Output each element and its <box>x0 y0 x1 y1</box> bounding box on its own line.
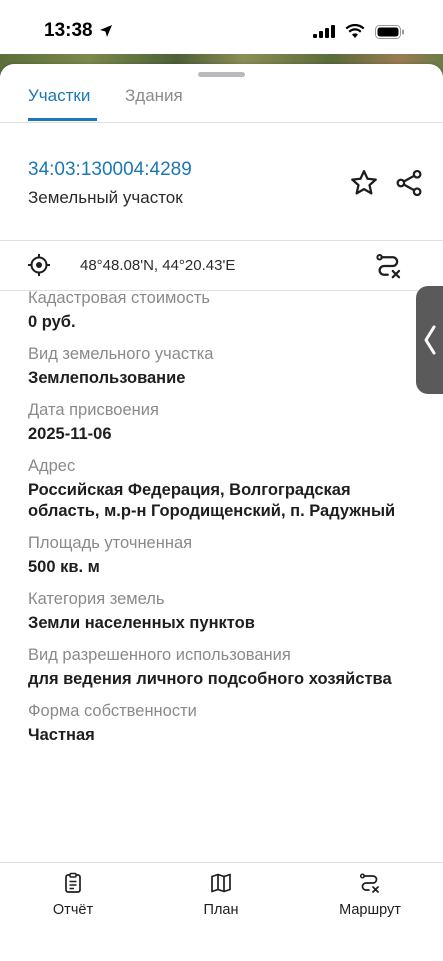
field-area: Площадь уточненная 500 кв. м <box>28 533 408 578</box>
tab-parcels[interactable]: Участки <box>28 86 90 106</box>
field-label: Кадастровая стоимость <box>28 289 210 307</box>
field-cadastral-value: Кадастровая стоимость 0 руб. <box>28 288 408 333</box>
field-label: Адрес <box>28 457 76 475</box>
map-icon <box>211 873 231 893</box>
bottom-nav: Отчёт План Маршрут <box>0 862 443 961</box>
route-icon <box>376 254 401 279</box>
favorite-button[interactable] <box>348 167 380 199</box>
cadastral-number[interactable]: 34:03:130004:4289 <box>28 159 192 181</box>
parcel-sheet: Участки Здания 34:03:130004:4289 Земельн… <box>0 64 443 862</box>
parcel-type: Земельный участок <box>28 188 183 207</box>
field-value: Частная <box>28 726 95 744</box>
nav-report-label: Отчёт <box>52 902 94 918</box>
field-value: Землепользование <box>28 369 186 387</box>
route-icon <box>359 873 379 893</box>
field-value: Российская Федерация, Волгоградская обла… <box>28 481 396 520</box>
nav-route-label: Маршрут <box>339 902 401 918</box>
field-value: для ведения личного подсобного хозяйства <box>28 670 392 688</box>
nav-plan-label: План <box>203 902 239 918</box>
battery-icon <box>375 24 404 39</box>
field-address: Адрес Российская Федерация, Волгоградска… <box>28 456 408 522</box>
wifi-icon <box>345 24 365 38</box>
field-value: Земли населенных пунктов <box>28 614 255 632</box>
chevron-left-icon <box>424 325 435 355</box>
field-value: 0 руб. <box>28 313 76 331</box>
side-panel-toggle[interactable] <box>416 286 443 394</box>
signal-icon <box>313 25 335 38</box>
parcel-details: Кадастровая стоимость 0 руб. Вид земельн… <box>28 288 408 757</box>
share-button[interactable] <box>393 167 425 199</box>
field-value: 2025-11-06 <box>28 425 112 443</box>
status-bar: 13:38 <box>0 0 443 54</box>
field-value: 500 кв. м <box>28 558 100 576</box>
nav-plan[interactable]: План <box>188 871 254 918</box>
field-label: Вид разрешенного использования <box>28 646 291 664</box>
tab-bar: Участки Здания <box>0 64 443 123</box>
tab-buildings[interactable]: Здания <box>125 86 183 106</box>
crosshair-icon <box>28 254 50 276</box>
nav-route[interactable]: Маршрут <box>330 871 410 918</box>
field-parcel-kind: Вид земельного участка Землепользование <box>28 344 408 389</box>
status-time: 13:38 <box>44 20 113 42</box>
parcel-header: 34:03:130004:4289 Земельный участок <box>0 122 443 241</box>
coordinates-text[interactable]: 48°48.08'N, 44°20.43'E <box>80 257 235 274</box>
coordinates-row: 48°48.08'N, 44°20.43'E <box>0 240 443 291</box>
route-button[interactable] <box>373 250 405 282</box>
location-arrow-icon <box>99 25 112 37</box>
field-land-category: Категория земель Земли населенных пункто… <box>28 589 408 634</box>
field-label: Площадь уточненная <box>28 534 193 552</box>
field-label: Дата присвоения <box>28 401 159 419</box>
field-permitted-use: Вид разрешенного использования для веден… <box>28 645 408 690</box>
tab-active-indicator <box>28 118 97 121</box>
field-assignment-date: Дата присвоения 2025-11-06 <box>28 400 408 445</box>
share-icon <box>396 169 422 197</box>
nav-report[interactable]: Отчёт <box>40 871 106 918</box>
status-time-text: 13:38 <box>44 20 93 41</box>
field-ownership: Форма собственности Частная <box>28 701 408 746</box>
locate-button[interactable] <box>26 252 52 278</box>
field-label: Вид земельного участка <box>28 345 214 363</box>
field-label: Категория земель <box>28 590 165 608</box>
status-icons <box>313 24 405 39</box>
field-label: Форма собственности <box>28 702 197 720</box>
report-icon <box>65 872 81 893</box>
star-icon <box>351 170 377 195</box>
